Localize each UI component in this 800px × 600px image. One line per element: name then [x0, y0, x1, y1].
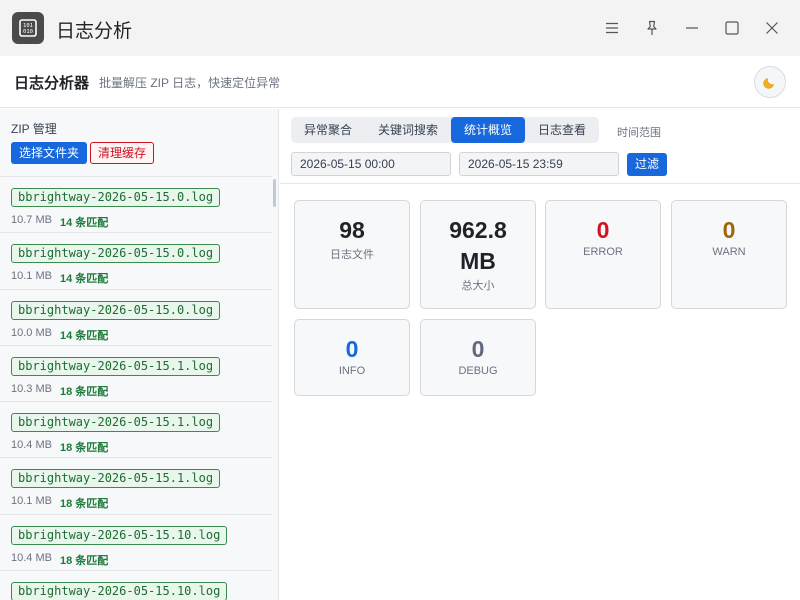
- match-count: 18 条匹配: [60, 442, 109, 455]
- theme-toggle-button[interactable]: [754, 66, 786, 98]
- file-size: 10.4 MB: [11, 551, 52, 564]
- moon-icon: [763, 78, 774, 89]
- start-time-input[interactable]: 2026-05-15 00:00: [291, 152, 451, 176]
- list-item[interactable]: bbrightway-2026-05-15.1.log 10.1 MB 18 条…: [0, 458, 272, 515]
- main-toolbar: 异常聚合 关键词搜索 统计概览 日志查看 时间范围 2026-05-15 00:…: [280, 109, 800, 184]
- match-count: 18 条匹配: [60, 385, 109, 398]
- clear-cache-button[interactable]: 清理缓存: [90, 142, 155, 164]
- file-size: 10.3 MB: [11, 382, 52, 395]
- list-item[interactable]: bbrightway-2026-05-15.1.log 10.4 MB 18 条…: [0, 402, 272, 459]
- app-header: 日志分析器 批量解压 ZIP 日志，快速定位异常: [0, 56, 800, 108]
- file-name-tag: bbrightway-2026-05-15.10.log: [11, 582, 228, 600]
- tab-keyword-search[interactable]: 关键词搜索: [365, 117, 451, 143]
- file-size: 10.1 MB: [11, 270, 52, 283]
- match-count: 14 条匹配: [60, 217, 109, 229]
- match-count: 14 条匹配: [60, 329, 109, 342]
- list-item[interactable]: bbrightway-2026-05-15.10.log 10.4 MB 18 …: [0, 515, 272, 572]
- tab-statistics-overview[interactable]: 统计概览: [451, 117, 526, 143]
- match-count: 14 条匹配: [60, 273, 109, 286]
- stat-card-total-size: 962.8 MB 总大小: [420, 200, 536, 309]
- tab-exception-aggregation[interactable]: 异常聚合: [291, 117, 365, 143]
- file-size: 10.0 MB: [11, 326, 52, 339]
- svg-text:010: 010: [23, 29, 33, 35]
- file-name-tag: bbrightway-2026-05-15.1.log: [11, 469, 221, 489]
- maximize-icon[interactable]: [718, 14, 746, 42]
- sidebar-scrollbar[interactable]: [273, 179, 276, 207]
- stat-value: 962.8 MB: [449, 217, 507, 274]
- header-title: 日志分析器: [14, 75, 90, 92]
- file-name-tag: bbrightway-2026-05-15.1.log: [11, 356, 221, 376]
- stat-card-warn: 0 WARN: [671, 200, 787, 309]
- window-title: 日志分析: [56, 21, 133, 42]
- stat-value: 0: [596, 217, 610, 243]
- pin-icon[interactable]: [638, 14, 666, 42]
- file-name-tag: bbrightway-2026-05-15.0.log: [11, 300, 221, 320]
- end-time-input[interactable]: 2026-05-15 23:59: [459, 152, 619, 176]
- stat-label: ERROR: [583, 246, 623, 258]
- tab-bar: 异常聚合 关键词搜索 统计概览 日志查看: [291, 117, 600, 143]
- filter-button[interactable]: 过滤: [627, 153, 667, 176]
- list-item[interactable]: bbrightway-2026-05-15.0.log 10.7 MB 14 条…: [0, 177, 272, 234]
- stat-card-error: 0 ERROR: [545, 200, 661, 309]
- list-item[interactable]: bbrightway-2026-05-15.10.log: [0, 571, 272, 600]
- match-count: 18 条匹配: [60, 554, 109, 567]
- header-subtitle: 批量解压 ZIP 日志，快速定位异常: [99, 76, 281, 90]
- stat-value: 98: [339, 217, 365, 243]
- list-item[interactable]: bbrightway-2026-05-15.1.log 10.3 MB 18 条…: [0, 346, 272, 403]
- stat-label: WARN: [712, 246, 746, 258]
- match-count: 18 条匹配: [60, 498, 109, 511]
- zip-manage-title: ZIP 管理: [11, 122, 57, 136]
- file-list[interactable]: bbrightway-2026-05-15.0.log 10.7 MB 14 条…: [0, 176, 272, 600]
- stat-value: 0: [722, 217, 736, 243]
- main-panel: 异常聚合 关键词搜索 统计概览 日志查看 时间范围 2026-05-15 00:…: [280, 109, 800, 600]
- file-size: 10.4 MB: [11, 439, 52, 452]
- file-name-tag: bbrightway-2026-05-15.1.log: [11, 413, 221, 433]
- file-name-tag: bbrightway-2026-05-15.10.log: [11, 525, 228, 545]
- list-item[interactable]: bbrightway-2026-05-15.0.log 10.0 MB 14 条…: [0, 290, 272, 346]
- tab-log-view[interactable]: 日志查看: [525, 117, 599, 143]
- stat-label: INFO: [338, 365, 366, 377]
- binary-chip-icon: 101 010: [12, 12, 44, 44]
- file-name-tag: bbrightway-2026-05-15.0.log: [11, 188, 221, 207]
- stat-label: 日志文件: [330, 249, 374, 261]
- stat-card-debug: 0 DEBUG: [420, 319, 536, 396]
- file-size: 10.7 MB: [11, 214, 52, 226]
- list-item[interactable]: bbrightway-2026-05-15.0.log 10.1 MB 14 条…: [0, 233, 272, 290]
- select-folder-button[interactable]: 选择文件夹: [11, 142, 88, 164]
- menu-icon[interactable]: [598, 14, 626, 42]
- stat-label: 总大小: [461, 280, 495, 292]
- file-size: 10.1 MB: [11, 495, 52, 508]
- minimize-icon[interactable]: [678, 14, 706, 42]
- stat-card-log-files: 98 日志文件: [294, 200, 410, 309]
- stat-label: DEBUG: [458, 365, 498, 377]
- file-name-tag: bbrightway-2026-05-15.0.log: [11, 244, 221, 264]
- time-range-label: 时间范围: [617, 127, 661, 139]
- title-bar: 101 010 日志分析: [0, 0, 800, 56]
- close-icon[interactable]: [758, 14, 786, 42]
- stat-card-info: 0 INFO: [294, 319, 410, 396]
- stat-value: 0: [471, 336, 485, 362]
- zip-sidebar: ZIP 管理 选择文件夹 清理缓存 bbrightway-2026-05-15.…: [0, 109, 279, 600]
- stat-value: 0: [345, 336, 359, 362]
